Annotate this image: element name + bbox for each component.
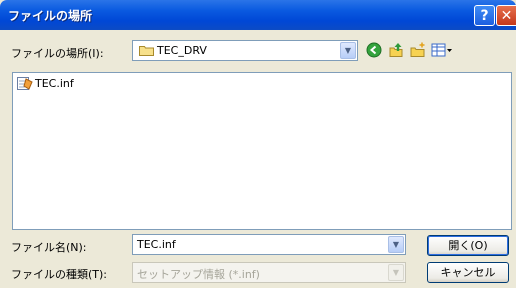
open-file-dialog: ファイルの場所 ? ✕ ファイルの場所(I): TEC_DRV ▼ TEC.in… (0, 0, 516, 288)
filename-field[interactable]: TEC.inf ▼ (132, 234, 406, 255)
chevron-down-icon[interactable]: ▼ (340, 42, 356, 59)
help-button[interactable]: ? (474, 5, 495, 26)
lookin-dropdown[interactable]: TEC_DRV ▼ (132, 40, 358, 61)
filename-value: TEC.inf (137, 238, 176, 251)
chevron-down-icon[interactable]: ▼ (388, 236, 404, 253)
lookin-label: ファイルの場所(I): (11, 47, 104, 60)
file-name: TEC.inf (35, 77, 74, 90)
folder-icon (139, 46, 154, 56)
filename-label: ファイル名(N): (11, 241, 87, 254)
file-list[interactable]: TEC.inf (12, 72, 512, 230)
title-bar[interactable]: ファイルの場所 ? ✕ (0, 0, 516, 30)
cancel-button[interactable]: キャンセル (427, 262, 509, 283)
filetype-label: ファイルの種類(T): (11, 268, 108, 281)
filetype-value: セットアップ情報 (*.inf) (137, 268, 260, 281)
filetype-dropdown[interactable]: セットアップ情報 (*.inf) ▼ (132, 262, 406, 283)
window-title: ファイルの場所 (8, 9, 93, 23)
setup-info-file-icon (17, 77, 33, 90)
new-folder-icon[interactable] (410, 42, 426, 58)
open-button[interactable]: 開く(O) (427, 235, 509, 256)
back-arrow-icon[interactable] (366, 42, 382, 58)
up-folder-icon[interactable] (388, 42, 404, 58)
view-menu-icon[interactable] (431, 42, 453, 58)
chevron-down-icon[interactable]: ▼ (388, 264, 404, 281)
lookin-value: TEC_DRV (157, 44, 207, 57)
close-button[interactable]: ✕ (496, 5, 516, 26)
